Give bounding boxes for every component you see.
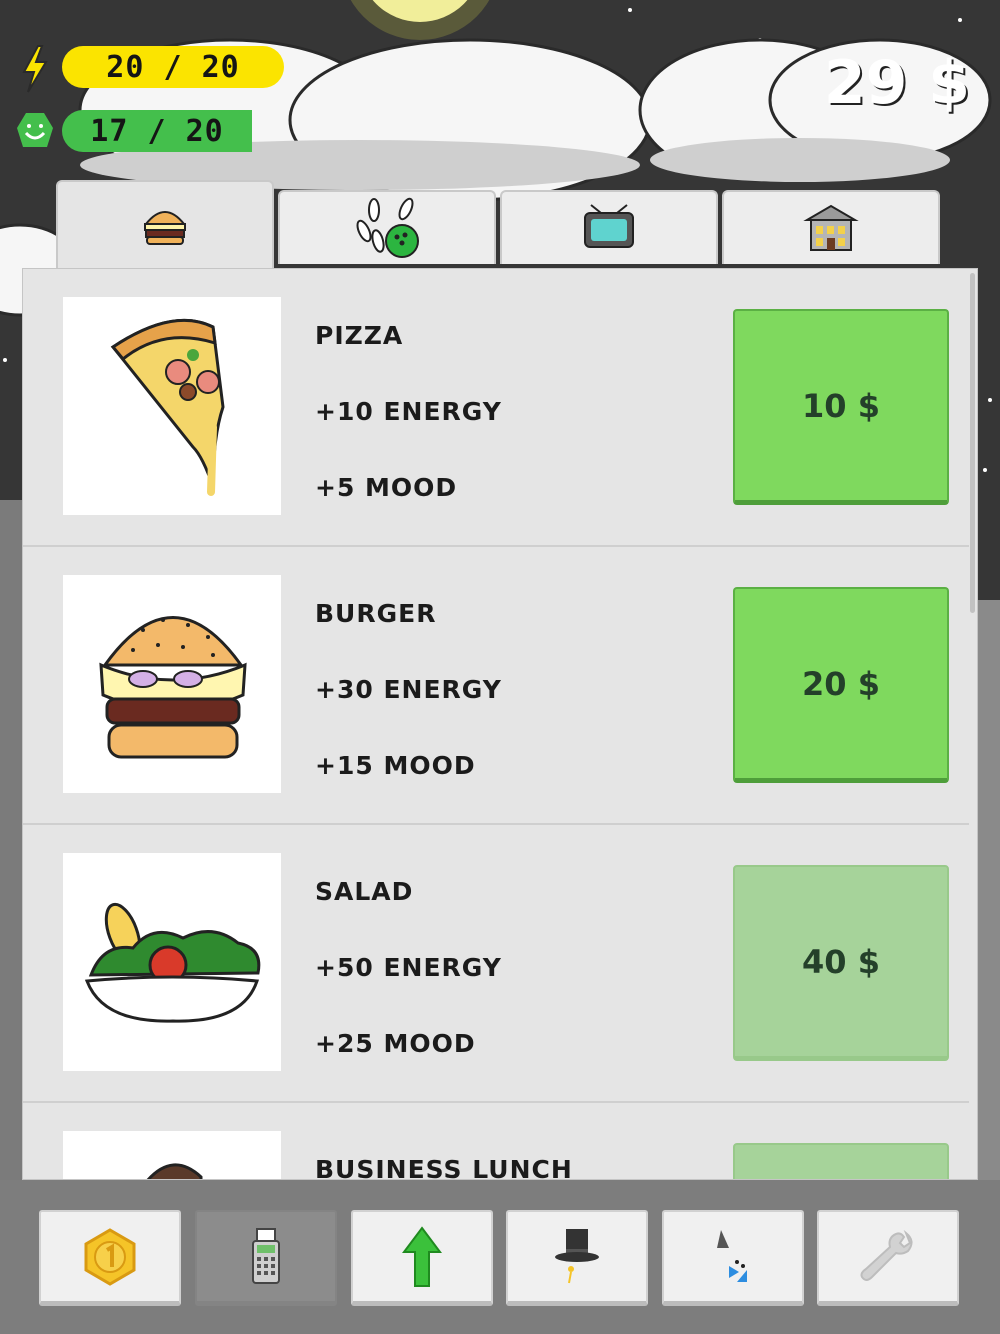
buy-pizza-button[interactable]: 10 $	[733, 309, 949, 505]
energy-value: 20 / 20	[106, 49, 240, 85]
item-mood: +15 MOOD	[315, 751, 476, 780]
burger-icon	[99, 616, 247, 759]
item-energy: +50 ENERGY	[315, 953, 502, 982]
buy-salad-button[interactable]: 40 $	[733, 865, 949, 1061]
wardrobe-button[interactable]	[506, 1210, 648, 1306]
item-name: SALAD	[315, 877, 414, 906]
item-mood: +25 MOOD	[315, 1029, 476, 1058]
bottom-toolbar	[0, 1180, 1000, 1334]
mood-meter: 17 / 20	[62, 110, 252, 152]
list-item-business-lunch: BUSINESS LUNCH	[23, 1103, 969, 1180]
wrench-icon	[860, 1229, 913, 1281]
shop-button[interactable]	[195, 1210, 337, 1306]
buy-business-lunch-button[interactable]	[733, 1143, 949, 1179]
tab-housing[interactable]	[722, 190, 940, 264]
green-up-arrow-icon	[402, 1225, 442, 1287]
tab-tv[interactable]	[500, 190, 718, 264]
tab-fun[interactable]	[278, 190, 496, 264]
house-icon	[803, 204, 859, 251]
item-energy: +30 ENERGY	[315, 675, 502, 704]
burger-icon	[143, 211, 187, 245]
salad-icon	[84, 902, 261, 1023]
buy-burger-button[interactable]: 20 $	[733, 587, 949, 783]
business-lunch-image	[63, 1131, 281, 1179]
list-item-salad: SALAD +50 ENERGY +25 MOOD 40 $	[23, 825, 969, 1103]
item-price: 10 $	[802, 386, 880, 425]
cash-register-icon	[252, 1227, 280, 1284]
salad-image	[63, 853, 281, 1071]
scrollbar[interactable]	[970, 273, 975, 613]
business-lunch-icon	[146, 1163, 203, 1179]
item-name: BUSINESS LUNCH	[315, 1155, 573, 1180]
party-hat-icon	[717, 1229, 747, 1282]
item-price: 40 $	[802, 942, 880, 981]
settings-button[interactable]	[817, 1210, 959, 1306]
pizza-image	[63, 297, 281, 515]
coin-icon	[84, 1227, 136, 1286]
item-name: PIZZA	[315, 321, 404, 350]
party-button[interactable]	[662, 1210, 804, 1306]
mood-value: 17 / 20	[90, 113, 224, 149]
coin-button[interactable]	[39, 1210, 181, 1306]
energy-bolt-icon	[18, 44, 52, 98]
item-price: 20 $	[802, 664, 880, 703]
shop-item-list[interactable]: PIZZA +10 ENERGY +5 MOOD 10 $ BURGER +30…	[22, 268, 978, 1180]
energy-meter: 20 / 20	[62, 46, 284, 88]
pizza-icon	[110, 318, 225, 496]
top-hat-icon	[555, 1228, 599, 1283]
money-balance: 29 $	[823, 48, 970, 118]
item-energy: +10 ENERGY	[315, 397, 502, 426]
bowling-icon	[356, 197, 419, 258]
tab-food[interactable]	[56, 180, 274, 270]
upgrade-button[interactable]	[351, 1210, 493, 1306]
item-mood: +5 MOOD	[315, 473, 458, 502]
burger-image	[63, 575, 281, 793]
tv-icon	[584, 204, 634, 248]
item-name: BURGER	[315, 599, 437, 628]
list-item-pizza: PIZZA +10 ENERGY +5 MOOD 10 $	[23, 269, 969, 547]
list-item-burger: BURGER +30 ENERGY +15 MOOD 20 $	[23, 547, 969, 825]
mood-smiley-icon	[14, 110, 56, 156]
